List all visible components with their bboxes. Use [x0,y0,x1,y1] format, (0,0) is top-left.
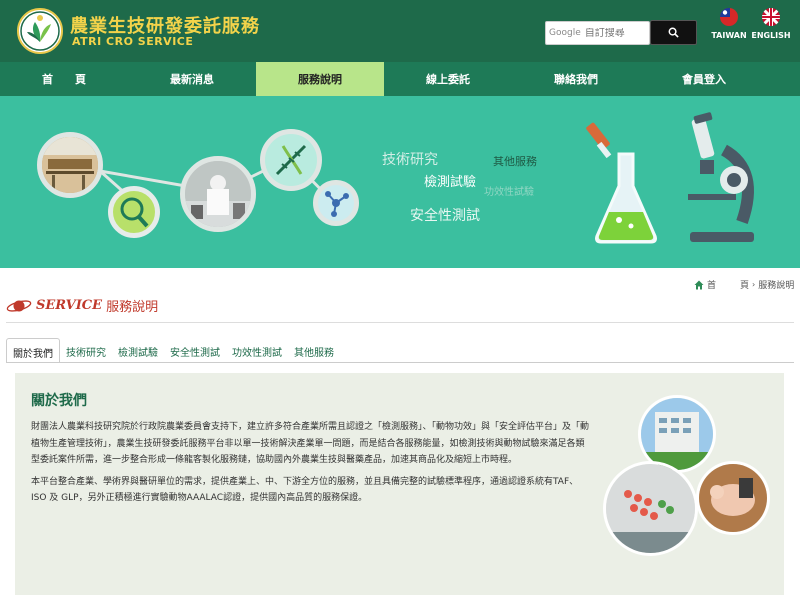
search-input[interactable] [584,27,643,39]
hero-banner: 技術研究 其他服務 檢測試驗 功效性試驗 安全性測試 [0,96,800,268]
animal-photo [696,461,770,535]
home-icon[interactable] [694,280,704,290]
flask-icon [586,122,657,244]
dna-bubble [260,129,322,191]
nav-item-online-order[interactable]: 線上委託 [384,62,512,96]
uk-flag-icon [762,8,780,26]
panel-paragraph-2: 本平台整合產業、學術界與醫研單位的需求，提供產業上、中、下游全方位的服務，並且具… [31,476,579,504]
breadcrumb-arrow-icon: › [752,280,756,289]
lab-photo-bubble [37,132,103,198]
section-title-zh: 服務說明 [106,300,159,315]
tab-tech-research[interactable]: 技術研究 [60,338,112,363]
scientist-photo-bubble [180,156,256,232]
tab-about[interactable]: 關於我們 [6,338,60,363]
panel-title: 關於我們 [31,393,87,409]
tab-underline [6,362,794,363]
section-title: SERVICE 服務說明 [6,296,158,315]
banner-word-testing: 檢測試驗 [424,175,477,190]
search-field[interactable]: Google [545,21,650,45]
panel-paragraph-1: 財團法人農業科技研究院於行政院農業委員會支持下，建立許多符合產業所需且認證之「檢… [31,422,590,465]
lang-english[interactable]: ENGLISH [747,8,795,40]
nav-item-news[interactable]: 最新消息 [128,62,256,96]
lang-taiwan[interactable]: TAIWAN [705,8,753,40]
nav-item-home[interactable]: 首 頁 [0,62,128,96]
tab-efficacy[interactable]: 功效性測試 [226,338,288,363]
molecule-bubble [313,180,359,226]
microscope-icon [688,112,754,242]
main-nav: 首 頁 最新消息 服務說明 線上委託 聯絡我們 會員登入 [0,62,800,96]
search-icon [668,27,679,38]
site-header: 農業生技研發委託服務 ATRI CRO SERVICE Google TAIWA… [0,0,800,62]
banner-word-safety: 安全性測試 [410,208,480,224]
nav-item-login[interactable]: 會員登入 [640,62,768,96]
section-divider [6,322,794,323]
breadcrumb-home[interactable]: 首 [707,278,716,291]
tab-bar: 關於我們 技術研究 檢測試驗 安全性測試 功效性測試 其他服務 [6,338,340,363]
section-title-en: SERVICE [36,298,103,313]
logo-icon[interactable] [17,8,63,54]
tab-testing[interactable]: 檢測試驗 [112,338,164,363]
lab-samples-photo [603,461,698,556]
banner-word-efficacy: 功效性試驗 [484,187,534,198]
tab-other-services[interactable]: 其他服務 [288,338,340,363]
taiwan-flag-icon [720,8,738,26]
planet-icon [6,299,32,312]
lang-taiwan-label: TAIWAN [711,31,747,40]
nav-item-services[interactable]: 服務說明 [256,62,384,96]
breadcrumb: 首 頁 › 服務說明 [694,278,794,291]
magnifier-bubble [108,186,160,238]
nav-item-contact[interactable]: 聯絡我們 [512,62,640,96]
search-button[interactable] [650,20,697,45]
banner-word-other-services: 其他服務 [493,155,537,168]
site-subtitle: ATRI CRO SERVICE [72,35,194,48]
google-brand: Google [549,28,581,38]
tab-safety[interactable]: 安全性測試 [164,338,226,363]
lang-english-label: ENGLISH [751,31,791,40]
panel-text: 財團法人農業科技研究院於行政院農業委員會支持下，建立許多符合產業所需且認證之「檢… [31,419,591,512]
banner-word-tech-research: 技術研究 [382,152,438,168]
breadcrumb-home-suffix: 頁 [740,281,750,291]
breadcrumb-current: 服務說明 [758,281,795,291]
about-panel: 關於我們 財團法人農業科技研究院於行政院農業委員會支持下，建立許多符合產業所需且… [15,373,784,595]
